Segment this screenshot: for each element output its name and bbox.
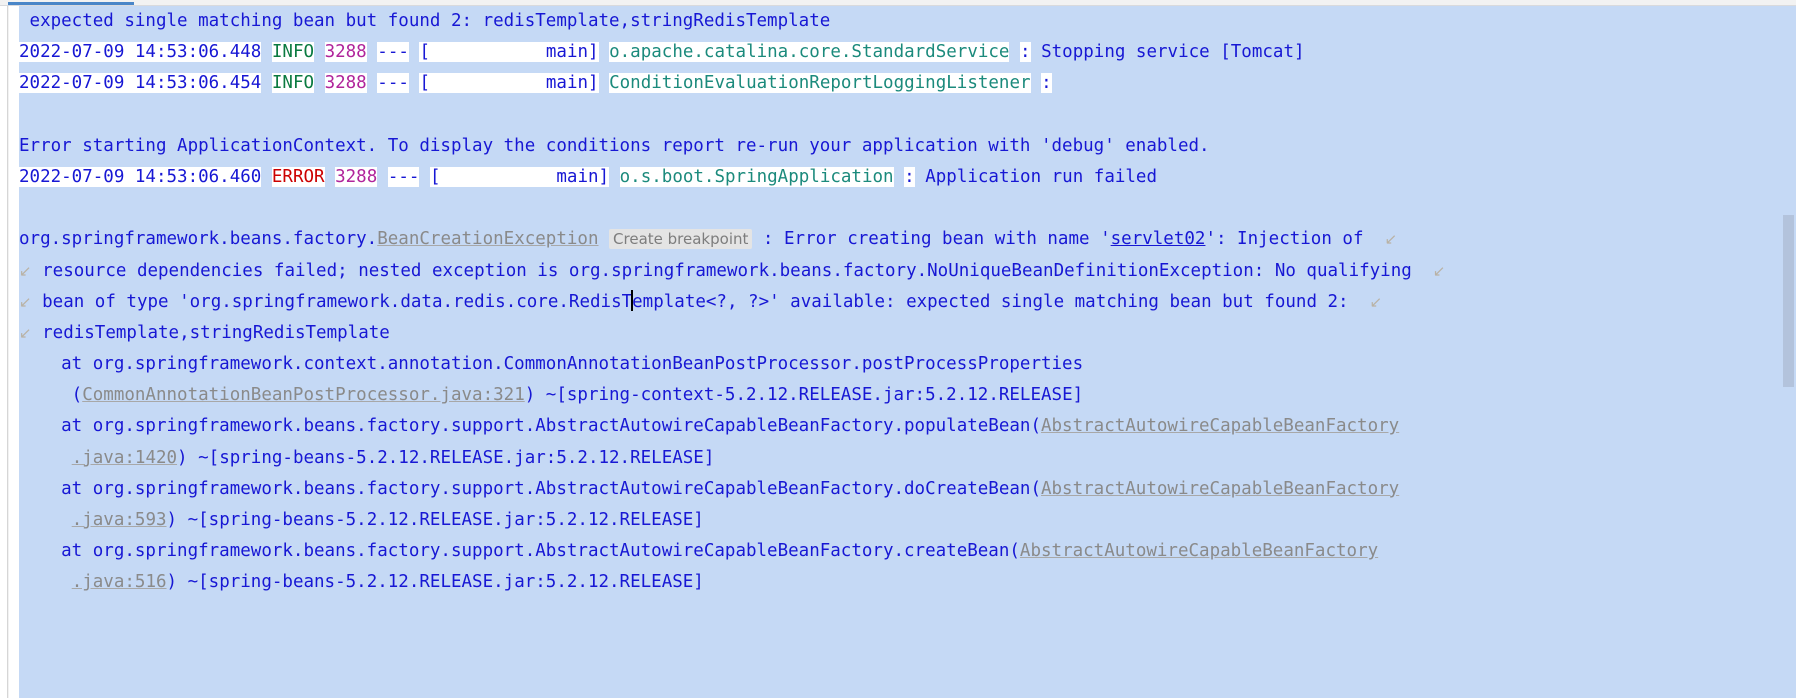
log-level: INFO [271, 73, 315, 94]
log-timestamp: 2022-07-09 14:53:06.460 [19, 166, 262, 187]
editor-gutter[interactable] [0, 6, 8, 698]
exception-message-tail: ': Injection of [1205, 229, 1364, 250]
console-line[interactable]: 2022-07-09 14:53:06.448 INFO 3288 --- [ … [19, 37, 1796, 68]
console-line[interactable]: 2022-07-09 14:53:06.460 ERROR 3288 --- [… [19, 162, 1796, 193]
stack-frame-link[interactable]: AbstractAutowireCapableBeanFactory [1041, 479, 1399, 499]
console-line[interactable]: .java:516) ~[spring-beans-5.2.12.RELEASE… [19, 567, 1796, 598]
stack-frame-link[interactable]: CommonAnnotationBeanPostProcessor.java:3… [82, 385, 525, 405]
log-separator: --- [377, 42, 409, 63]
stack-frame-jar: ) ~[spring-beans-5.2.12.RELEASE.jar:5.2.… [166, 510, 704, 530]
stack-frame-jar: ) ~[spring-beans-5.2.12.RELEASE.jar:5.2.… [166, 572, 704, 593]
log-separator: --- [377, 73, 409, 94]
log-thread: [ main] [429, 166, 610, 187]
log-thread: [ main] [419, 73, 599, 94]
bean-name-link[interactable]: servlet02 [1111, 229, 1206, 249]
log-message: Application run failed [914, 166, 1157, 187]
create-breakpoint-inlay[interactable]: Create breakpoint [609, 229, 753, 250]
console-line[interactable]: .java:593) ~[spring-beans-5.2.12.RELEASE… [19, 505, 1796, 536]
stack-frame-indent [19, 448, 72, 468]
console-line[interactable] [19, 100, 1796, 131]
console-text: expected single matching bean but found … [19, 11, 831, 31]
vertical-scrollbar-track[interactable] [1783, 6, 1796, 698]
stack-frame-indent [19, 572, 72, 592]
stack-frame-link[interactable]: AbstractAutowireCapableBeanFactory [1020, 541, 1378, 561]
log-colon: : [1041, 73, 1052, 94]
log-colon: : [1020, 42, 1031, 63]
stack-frame-text: at org.springframework.context.annotatio… [19, 354, 1084, 375]
console-text: resource dependencies failed; nested exc… [42, 260, 1412, 281]
console-line[interactable]: at org.springframework.beans.factory.sup… [19, 536, 1796, 567]
console-text: emplate<?, ?>' available: expected singl… [632, 291, 1349, 312]
console-line[interactable]: ↙ redisTemplate,stringRedisTemplate [19, 318, 1796, 349]
console-text: Error starting ApplicationContext. To di… [19, 135, 1210, 156]
log-colon: : [904, 166, 915, 187]
soft-wrap-arrow-icon: ↙ [1369, 292, 1383, 311]
log-level: ERROR [271, 166, 325, 187]
stack-frame-link[interactable]: .java:516 [72, 572, 167, 592]
log-pid: 3288 [335, 166, 378, 187]
console-lines: expected single matching bean but found … [19, 6, 1796, 599]
stack-frame-text: at org.springframework.beans.factory.sup… [19, 478, 1041, 499]
console-line[interactable]: Error starting ApplicationContext. To di… [19, 131, 1796, 162]
soft-wrap-arrow-icon: ↙ [19, 323, 32, 342]
console-line[interactable]: ↙ resource dependencies failed; nested e… [19, 256, 1796, 287]
console-line[interactable]: 2022-07-09 14:53:06.454 INFO 3288 --- [ … [19, 68, 1796, 99]
soft-wrap-arrow-icon: ↙ [19, 261, 32, 280]
log-pid: 3288 [324, 73, 367, 94]
soft-wrap-arrow-icon: ↙ [19, 292, 32, 311]
console-line[interactable]: at org.springframework.beans.factory.sup… [19, 411, 1796, 442]
stack-frame-text: at org.springframework.beans.factory.sup… [19, 416, 1041, 437]
log-thread: [ main] [419, 42, 599, 63]
stack-frame-indent [19, 510, 72, 530]
exception-class-link[interactable]: BeanCreationException [377, 229, 598, 249]
stack-frame-link[interactable]: AbstractAutowireCapableBeanFactory [1041, 416, 1399, 436]
exception-package: org.springframework.beans.factory. [19, 229, 378, 250]
log-separator: --- [387, 166, 420, 187]
console-line[interactable]: expected single matching bean but found … [19, 6, 1796, 37]
log-timestamp: 2022-07-09 14:53:06.454 [19, 73, 262, 94]
console-line[interactable]: (CommonAnnotationBeanPostProcessor.java:… [19, 380, 1796, 411]
stack-frame-text: at org.springframework.beans.factory.sup… [19, 541, 1020, 562]
exception-message-head: : Error creating bean with name ' [752, 229, 1111, 250]
stack-frame-link[interactable]: .java:1420 [72, 448, 177, 468]
soft-wrap-arrow-icon: ↙ [1384, 230, 1398, 249]
console-text: redisTemplate,stringRedisTemplate [42, 322, 390, 343]
console-line[interactable]: org.springframework.beans.factory.BeanCr… [19, 224, 1796, 255]
console-text: bean of type 'org.springframework.data.r… [42, 291, 633, 312]
console-line[interactable] [19, 193, 1796, 224]
vertical-scrollbar-thumb[interactable] [1783, 215, 1794, 387]
console-window: expected single matching bean but found … [0, 0, 1796, 698]
log-message: Stopping service [Tomcat] [1030, 42, 1305, 63]
stack-frame-jar: ) ~[spring-context-5.2.12.RELEASE.jar:5.… [524, 385, 1084, 406]
folding-strip[interactable] [9, 6, 19, 698]
log-level: INFO [271, 42, 315, 63]
log-logger: o.s.boot.SpringApplication [619, 166, 894, 187]
log-logger: ConditionEvaluationReportLoggingListener [609, 73, 1031, 94]
soft-wrap-arrow-icon: ↙ [1432, 261, 1446, 280]
console-line[interactable]: at org.springframework.context.annotatio… [19, 349, 1796, 380]
console-line[interactable]: at org.springframework.beans.factory.sup… [19, 474, 1796, 505]
stack-frame-indent: ( [19, 385, 83, 406]
stack-frame-link[interactable]: .java:593 [72, 510, 167, 530]
log-logger: o.apache.catalina.core.StandardService [609, 42, 1010, 63]
console-text-area[interactable]: expected single matching bean but found … [19, 6, 1796, 698]
stack-frame-jar: ) ~[spring-beans-5.2.12.RELEASE.jar:5.2.… [177, 447, 715, 468]
log-timestamp: 2022-07-09 14:53:06.448 [19, 42, 262, 63]
console-line[interactable]: .java:1420) ~[spring-beans-5.2.12.RELEAS… [19, 443, 1796, 474]
log-pid: 3288 [324, 42, 367, 63]
console-line[interactable]: ↙ bean of type 'org.springframework.data… [19, 287, 1796, 318]
